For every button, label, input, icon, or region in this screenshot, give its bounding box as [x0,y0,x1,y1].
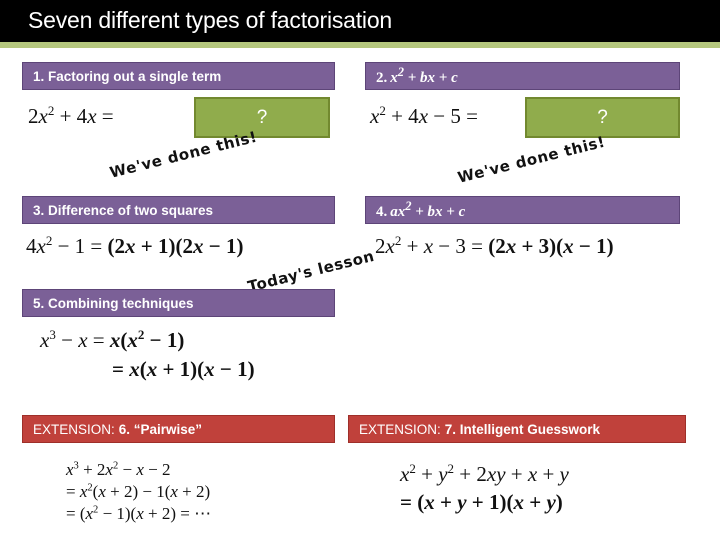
section-7-header: EXTENSION: 7. Intelligent Guesswork [348,415,686,443]
section-5-header: 5. Combining techniques [22,289,335,317]
section-1-equation: 2x2 + 4x = [28,103,114,128]
section-7-equation-line-2: = (x + y + 1)(x + y) [400,490,563,514]
section-5-equation-line-1: x3 − x = x(x2 − 1) [40,327,185,352]
section-6-equation-line-1: x3 + 2x2 − x − 2 [66,460,171,479]
section-4-header: 4. ax2 + bx + c [365,196,680,224]
section-1-header: 1. Factoring out a single term [22,62,335,90]
section-1-header-label: 1. Factoring out a single term [33,68,222,84]
section-3-header-label: 3. Difference of two squares [33,202,214,218]
section-7-equation-line-1: x2 + y2 + 2xy + x + y [400,461,569,486]
section-4-header-label: 4. ax2 + bx + c [376,199,466,220]
section-6-header: EXTENSION: 6. “Pairwise” [22,415,335,443]
section-2-equation: x2 + 4x − 5 = [370,103,478,128]
section-2-header: 2. x2 + bx + c [365,62,680,90]
section-2-answer-placeholder: ? [597,106,608,128]
title-accent-strip [0,42,720,48]
slide-canvas: Seven different types of factorisation 1… [0,0,720,540]
section-1-answer-placeholder: ? [256,106,268,128]
page-title: Seven different types of factorisation [28,7,393,33]
section-7-header-prefix: EXTENSION: [359,421,441,437]
section-1-answer-box[interactable]: ? [194,97,330,138]
section-6-equation-line-3: = (x2 − 1)(x + 2) = ⋯ [66,504,212,523]
section-3-header: 3. Difference of two squares [22,196,335,224]
section-1-annotation: We've done this! [107,127,260,182]
section-5-equation-line-2: = x(x + 1)(x − 1) [112,357,255,381]
section-6-equation-line-2: = x2(x + 2) − 1(x + 2) [66,482,211,501]
section-5-header-label: 5. Combining techniques [33,295,194,311]
section-7-header-label: 7. Intelligent Guesswork [444,421,601,437]
section-2-header-label: 2. x2 + bx + c [376,65,458,86]
section-2-annotation: We've done this! [455,132,608,187]
section-6-header-prefix: EXTENSION: [33,421,115,437]
section-3-equation: 4x2 − 1 = (2x + 1)(2x − 1) [26,233,244,258]
section-4-equation: 2x2 + x − 3 = (2x + 3)(x − 1) [375,233,614,258]
section-6-header-label: 6. “Pairwise” [118,421,203,437]
